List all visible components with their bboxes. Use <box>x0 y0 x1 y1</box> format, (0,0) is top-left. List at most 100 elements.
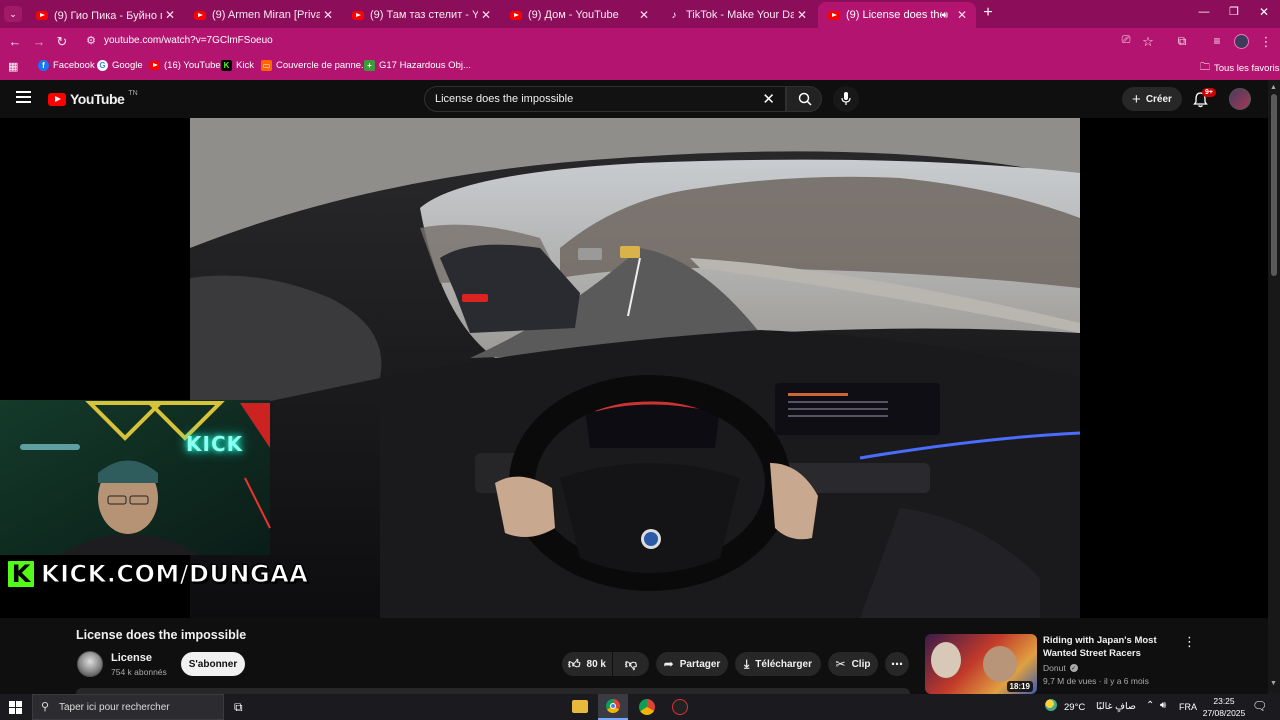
task-view-icon[interactable]: ⧉ <box>234 700 243 715</box>
windows-start-icon[interactable] <box>9 701 22 714</box>
bookmark-star-icon[interactable]: ☆ <box>1139 34 1157 50</box>
download-button[interactable]: ⤓ Télécharger <box>735 652 821 676</box>
scissors-icon: ✂ <box>835 657 846 671</box>
apps-grid-icon[interactable]: ▦ <box>8 60 18 73</box>
weather-text[interactable]: صافٍ غالبًا <box>1096 701 1136 712</box>
search-button[interactable] <box>786 86 822 112</box>
bookmark-label: Tous les favoris <box>1214 63 1280 74</box>
bookmark-label: Facebook <box>53 60 95 71</box>
file-explorer-icon[interactable] <box>572 700 588 713</box>
video-frame <box>0 118 1081 618</box>
browser-toolbar: ← → ↻ ⚙ youtube.com/watch?v=7GClmFSoeuo … <box>0 28 1280 56</box>
recommendation-thumbnail[interactable]: 18:19 <box>925 634 1037 694</box>
extensions-icon[interactable]: ⧉ <box>1173 34 1191 49</box>
close-tab-icon[interactable]: ✕ <box>954 8 970 22</box>
all-bookmarks[interactable]: 🗀 Tous les favoris <box>1200 60 1279 77</box>
speaker-icon[interactable]: 🔊︎ <box>942 10 948 21</box>
tab-2[interactable]: (9) Там таз стелит - YouTube ✕ <box>342 2 500 28</box>
tab-5-active[interactable]: (9) License does the imposs 🔊︎ ✕ <box>818 2 976 28</box>
language-indicator[interactable]: FRA <box>1179 702 1197 712</box>
search-input[interactable]: License does the impossible ✕ <box>424 86 786 112</box>
tab-search-dropdown-icon[interactable]: ⌄ <box>4 6 22 22</box>
channel-avatar[interactable] <box>77 651 103 677</box>
recommendation-menu-icon[interactable]: ⋮ <box>1183 634 1196 650</box>
site-info-icon[interactable]: ⚙ <box>82 34 100 47</box>
taskbar-search-box[interactable]: ⚲ Taper ici pour rechercher <box>32 694 224 720</box>
profile-avatar[interactable] <box>1234 34 1249 49</box>
bookmark-kick[interactable]: K Kick <box>221 60 254 71</box>
close-tab-icon[interactable]: ✕ <box>636 8 652 22</box>
install-app-icon[interactable]: ⎚ <box>1117 34 1135 47</box>
bookmark-facebook[interactable]: f Facebook <box>38 60 95 71</box>
voice-search-button[interactable] <box>833 86 859 112</box>
scrollbar-down-arrow[interactable]: ▼ <box>1270 680 1277 687</box>
notification-badge: 9+ <box>1202 88 1216 97</box>
close-tab-icon[interactable]: ✕ <box>162 8 178 22</box>
bookmark-youtube[interactable]: (16) YouTube <box>149 60 221 71</box>
forward-arrow-icon[interactable]: → <box>30 34 48 49</box>
notifications-button[interactable]: 9+ <box>1192 88 1216 109</box>
media-queue-icon[interactable]: ≡ <box>1208 34 1226 48</box>
microphone-icon <box>841 92 851 105</box>
folder-icon: 🗀 <box>1200 62 1210 73</box>
tab-3[interactable]: (9) Дом - YouTube ✕ <box>500 2 658 28</box>
bookmark-label: (16) YouTube <box>164 60 221 71</box>
clock-time[interactable]: 23:25 <box>1204 696 1244 706</box>
scrollbar-up-arrow[interactable]: ▲ <box>1270 84 1277 91</box>
close-tab-icon[interactable]: ✕ <box>320 8 336 22</box>
tab-bar: ⌄ (9) Гио Пика - Буйно голова ☁ ✕ (9) Ar… <box>0 0 1280 28</box>
menu-kebab-icon[interactable]: ⋮ <box>1257 34 1275 50</box>
temperature[interactable]: 29°C <box>1064 702 1085 713</box>
bookmark-g17[interactable]: + G17 Hazardous Obj... <box>364 60 471 71</box>
recommendation-meta: 9,7 M de vues · il y a 6 mois <box>1043 676 1149 686</box>
more-actions-button[interactable]: ⋯ <box>885 652 909 676</box>
youtube-logo[interactable]: YouTube TN <box>48 90 138 107</box>
notification-center-icon[interactable]: 🗨︎ <box>1252 699 1267 713</box>
tab-title: TikTok - Make Your Day <box>686 9 794 21</box>
tab-1[interactable]: (9) Armen Miran [Private Party i ✕ <box>184 2 342 28</box>
kick-icon: K <box>221 60 232 71</box>
clip-button[interactable]: ✂ Clip <box>828 652 878 676</box>
chrome-icon[interactable] <box>598 694 628 720</box>
close-tab-icon[interactable]: ✕ <box>478 8 494 22</box>
youtube-favicon-icon <box>828 9 840 21</box>
clock-date[interactable]: 27/08/2025 <box>1200 708 1248 718</box>
page-scrollbar[interactable]: ▲ ▼ <box>1268 80 1280 694</box>
recommendation-title[interactable]: Riding with Japan's Most Wanted Street R… <box>1043 634 1173 660</box>
scrollbar-thumb[interactable] <box>1271 94 1277 276</box>
chrome-profile-icon[interactable] <box>639 699 655 715</box>
reload-icon[interactable]: ↻ <box>53 34 71 50</box>
bookmark-google[interactable]: G Google <box>97 60 143 71</box>
restore-button[interactable]: ❐ <box>1226 5 1242 18</box>
close-tab-icon[interactable]: ✕ <box>794 8 810 22</box>
kick-channel-url: KICK.COM/DUNGAA <box>40 560 309 589</box>
tray-chevron-icon[interactable]: ⌃ <box>1146 700 1154 711</box>
hamburger-menu-icon[interactable] <box>16 91 31 103</box>
back-arrow-icon[interactable]: ← <box>6 34 24 49</box>
new-tab-button[interactable]: + <box>980 5 996 21</box>
plus-square-icon: + <box>364 60 375 71</box>
bookmark-label: Couvercle de panne... <box>276 60 369 71</box>
clear-search-icon[interactable]: ✕ <box>762 90 775 108</box>
dislike-button[interactable]: 👎︎ <box>613 652 649 676</box>
account-avatar[interactable] <box>1229 88 1251 110</box>
like-button[interactable]: 👍︎ 80 k <box>562 652 612 676</box>
address-bar[interactable]: youtube.com/watch?v=7GClmFSoeuo <box>104 35 704 49</box>
subscribe-button[interactable]: S'abonner <box>181 652 245 676</box>
recommendation-channel[interactable]: Donut <box>1043 663 1066 673</box>
close-window-button[interactable]: ✕ <box>1256 5 1272 19</box>
kick-neon-sign: KICK <box>186 432 244 456</box>
share-button[interactable]: ➦ Partager <box>656 652 728 676</box>
app-icon[interactable] <box>672 699 688 715</box>
bookmarks-bar: ▦ f Facebook G Google (16) YouTube K Kic… <box>0 56 1280 78</box>
weather-icon[interactable] <box>1045 699 1057 711</box>
tab-4[interactable]: ♪ TikTok - Make Your Day ✕ <box>658 2 816 28</box>
volume-icon[interactable]: 🔊︎ <box>1160 700 1166 711</box>
create-button[interactable]: + Créer <box>1122 87 1182 111</box>
bookmark-label: Kick <box>236 60 254 71</box>
tab-0[interactable]: (9) Гио Пика - Буйно голова ☁ ✕ <box>26 2 184 28</box>
minimize-button[interactable]: — <box>1196 6 1212 18</box>
bookmark-couvercle[interactable]: ▭ Couvercle de panne... <box>261 60 369 71</box>
video-player[interactable]: KICK K KICK.COM/DUNGAA <box>0 118 1268 618</box>
channel-name[interactable]: License <box>111 652 152 664</box>
